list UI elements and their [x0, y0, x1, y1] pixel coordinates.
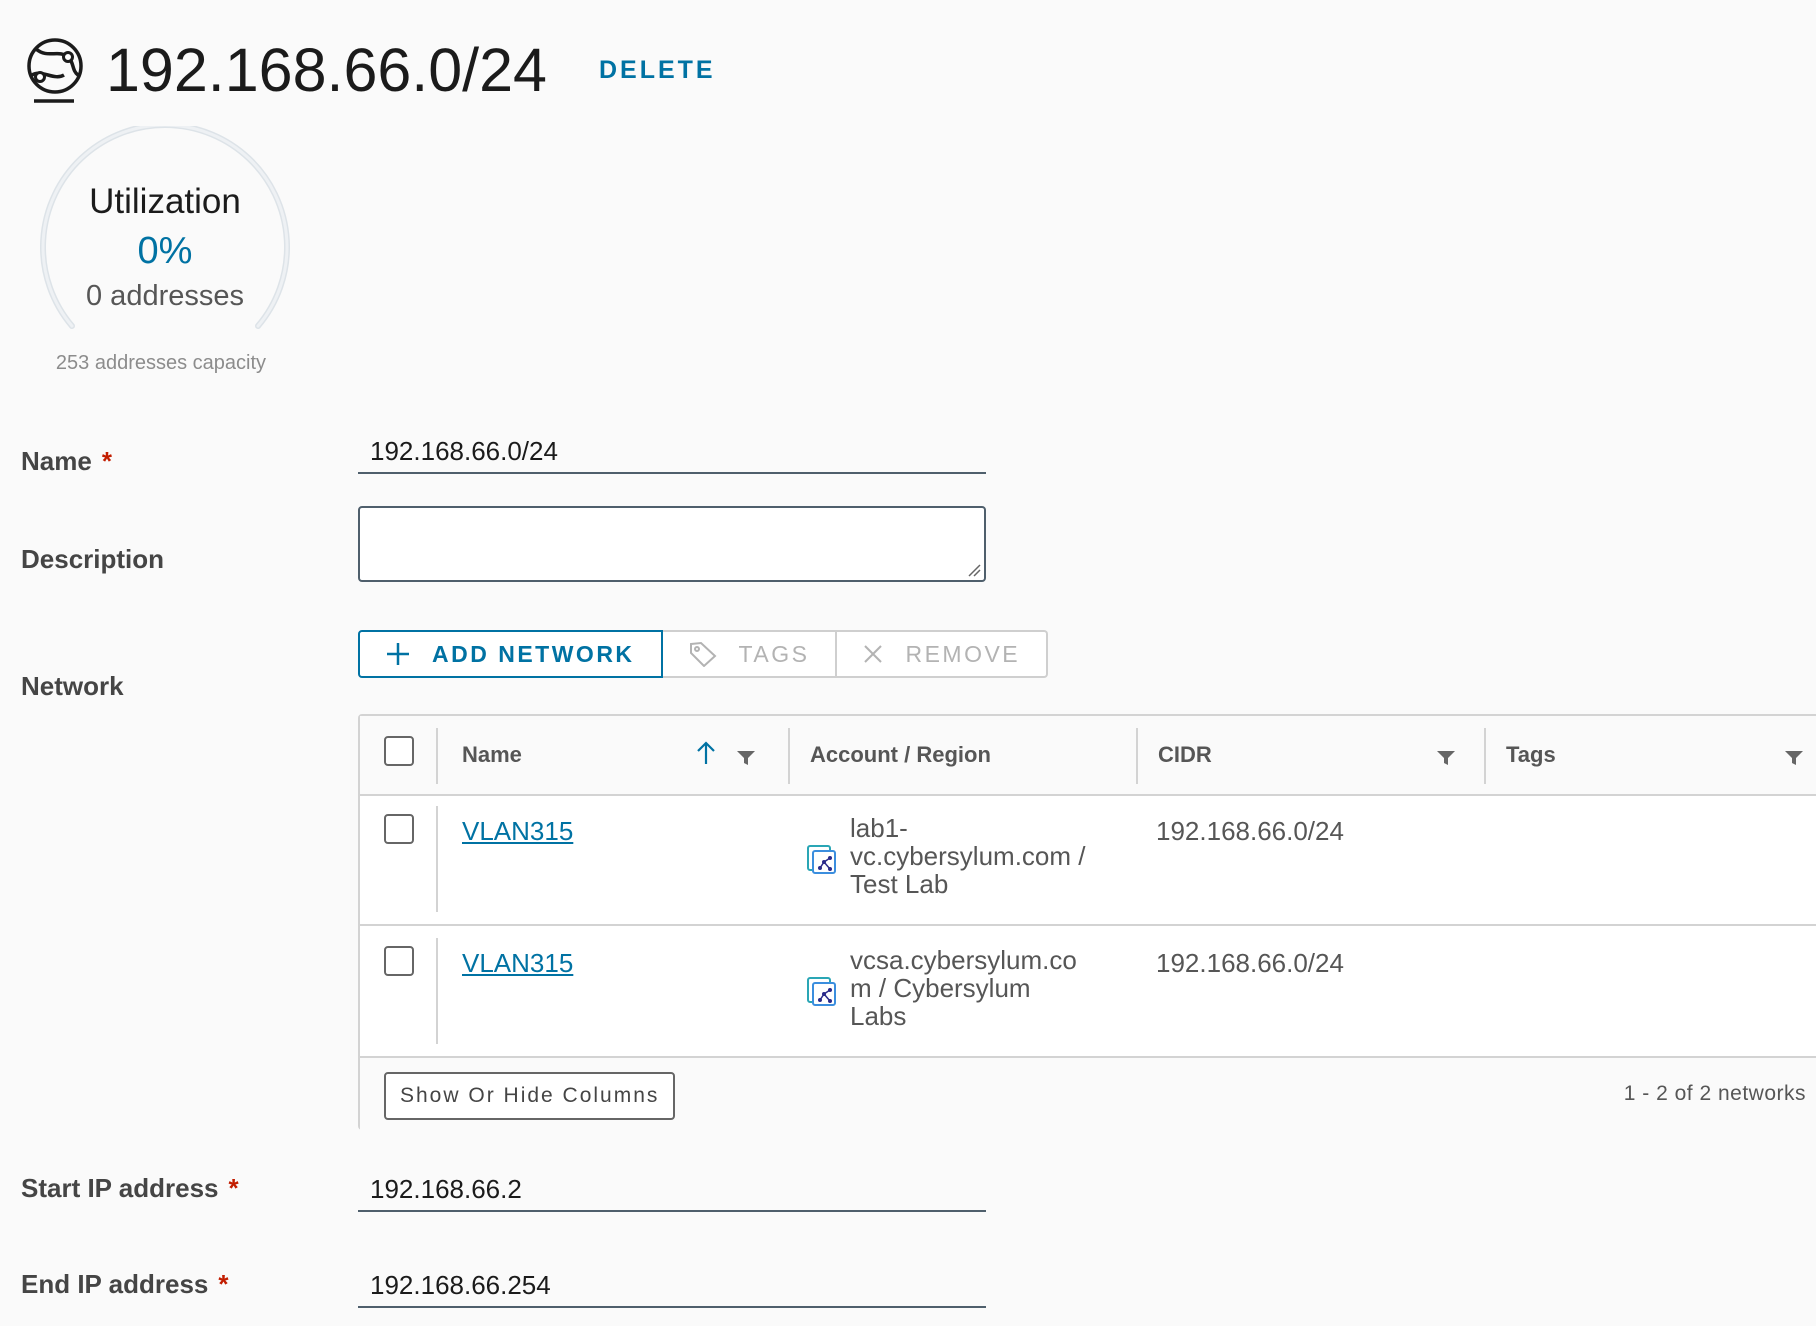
resize-grip-icon[interactable]: [967, 563, 981, 577]
network-toolbar: ADD NETWORK TAGS REMOVE: [358, 630, 1049, 678]
remove-label: REMOVE: [905, 640, 1021, 667]
account-region-cell: vcsa.cybersylum.co m / Cybersylum Labs: [850, 945, 1077, 1031]
name-label-text: Name: [21, 446, 92, 476]
table-row: VLAN315 lab1- vc.cybersylum.com / Test L…: [360, 794, 1816, 926]
description-textarea[interactable]: [358, 506, 986, 582]
end-ip-label: End IP address *: [21, 1269, 229, 1300]
delete-button[interactable]: DELETE: [599, 56, 716, 85]
column-separator: [1484, 728, 1486, 784]
row-checkbox[interactable]: [384, 946, 414, 976]
column-header-tags[interactable]: Tags: [1506, 742, 1556, 768]
row-separator: [436, 806, 438, 912]
required-marker: *: [218, 1269, 229, 1299]
plus-icon: [387, 643, 409, 665]
sort-ascending-icon[interactable]: [696, 740, 716, 766]
network-globe-icon: [27, 38, 83, 103]
utilization-capacity: 253 addresses capacity: [55, 352, 267, 374]
utilization-gauge: Utilization 0% 0 addresses: [38, 126, 292, 362]
cidr-cell: 192.168.66.0/24: [1156, 816, 1344, 846]
close-icon: [864, 645, 883, 663]
remove-button[interactable]: REMOVE: [837, 630, 1049, 678]
pagination-summary: 1 - 2 of 2 networks: [1623, 1082, 1806, 1105]
tags-button[interactable]: TAGS: [662, 630, 838, 678]
cloud-account-icon: [807, 845, 836, 874]
cidr-cell: 192.168.66.0/24: [1156, 948, 1344, 978]
tag-icon: [689, 641, 717, 667]
account-region-cell: lab1- vc.cybersylum.com / Test Lab: [850, 813, 1086, 899]
start-ip-label: Start IP address *: [21, 1173, 239, 1204]
cloud-account-icon: [807, 977, 836, 1006]
networks-datagrid: Name Account / Region CIDR Tags VLAN315: [358, 714, 1816, 1130]
add-network-label: ADD NETWORK: [432, 640, 635, 667]
filter-icon[interactable]: [1436, 750, 1456, 766]
datagrid-header: Name Account / Region CIDR Tags: [360, 716, 1816, 796]
filter-icon[interactable]: [736, 750, 756, 766]
name-label: Name *: [21, 446, 112, 477]
tags-label: TAGS: [738, 640, 810, 667]
column-header-account-region[interactable]: Account / Region: [810, 742, 991, 768]
required-marker: *: [228, 1173, 239, 1203]
page-title: 192.168.66.0/24: [106, 36, 547, 104]
start-ip-label-text: Start IP address: [21, 1173, 219, 1203]
description-label: Description: [21, 544, 165, 574]
utilization-title: Utilization: [89, 182, 241, 221]
column-header-name[interactable]: Name: [462, 742, 522, 768]
filter-icon[interactable]: [1784, 750, 1804, 766]
column-separator: [436, 728, 438, 784]
column-header-cidr[interactable]: CIDR: [1158, 742, 1212, 768]
row-separator: [436, 938, 438, 1044]
row-checkbox[interactable]: [384, 814, 414, 844]
add-network-button[interactable]: ADD NETWORK: [358, 630, 663, 678]
start-ip-input[interactable]: [358, 1168, 986, 1212]
name-input[interactable]: [358, 430, 986, 474]
table-row: VLAN315 vcsa.cybersylum.co m / Cybersylu…: [360, 926, 1816, 1058]
end-ip-label-text: End IP address: [21, 1269, 209, 1299]
page-header: 192.168.66.0/24 DELETE: [24, 30, 716, 110]
column-separator: [788, 728, 790, 784]
required-marker: *: [101, 446, 112, 476]
network-label: Network: [21, 671, 124, 701]
show-hide-columns-button[interactable]: Show Or Hide Columns: [384, 1072, 676, 1120]
select-all-checkbox[interactable]: [384, 736, 414, 766]
datagrid-footer: Show Or Hide Columns 1 - 2 of 2 networks: [360, 1056, 1816, 1130]
utilization-addresses: 0 addresses: [86, 280, 244, 312]
network-name-link[interactable]: VLAN315: [462, 948, 573, 979]
end-ip-input[interactable]: [358, 1264, 986, 1308]
network-name-link[interactable]: VLAN315: [462, 816, 573, 847]
utilization-percent: 0%: [137, 230, 193, 272]
column-separator: [1136, 728, 1138, 784]
